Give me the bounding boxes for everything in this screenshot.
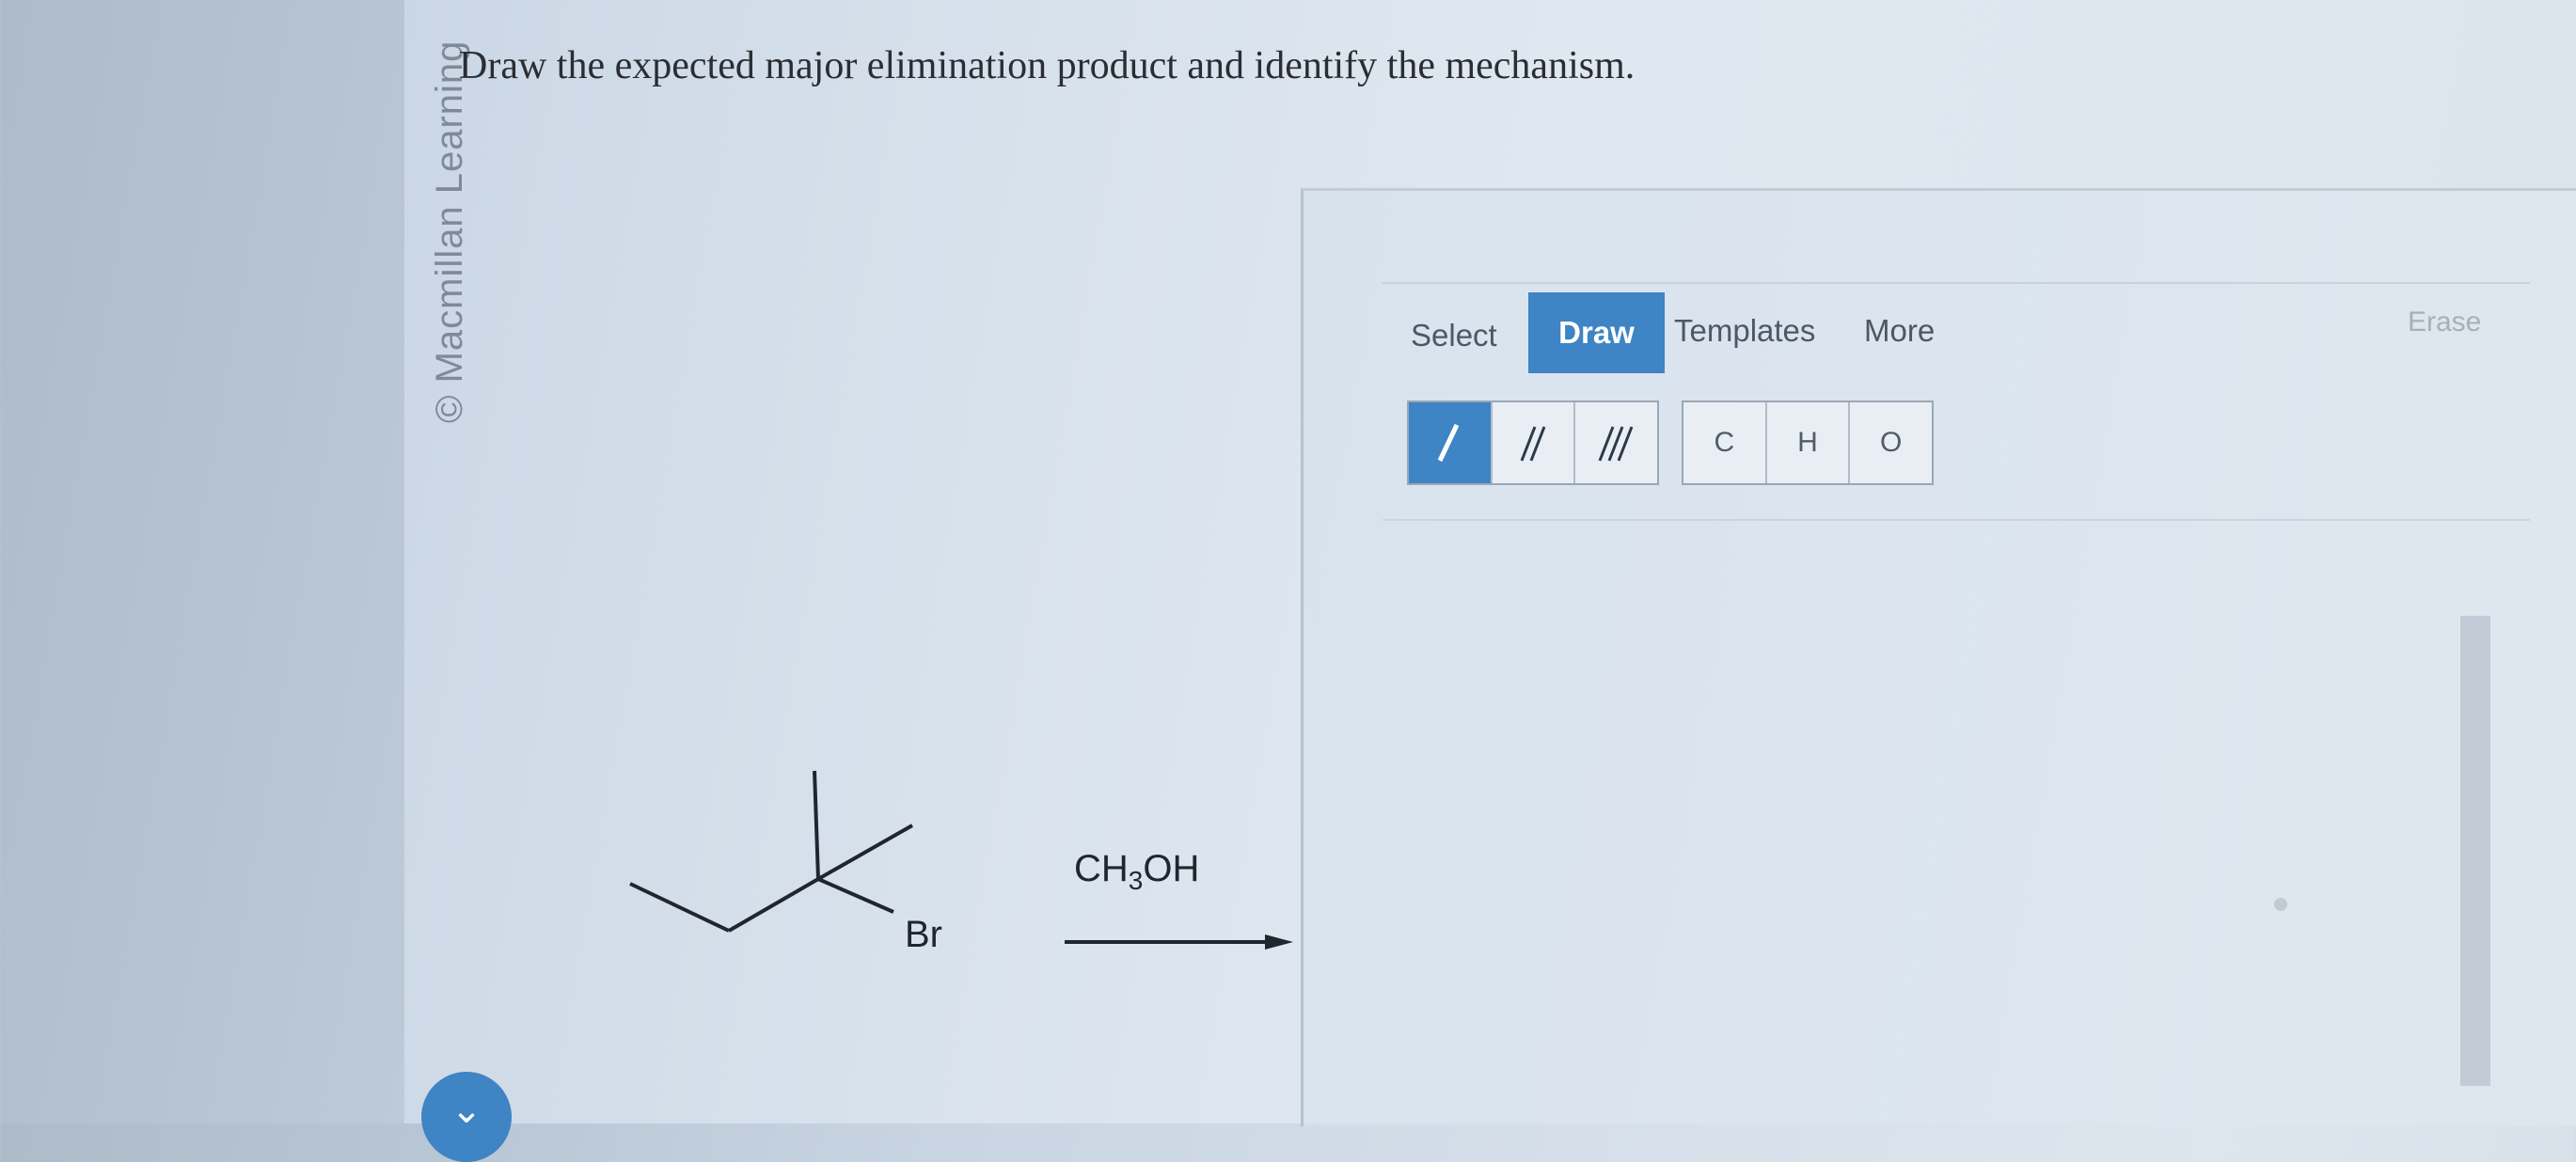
single-bond-button[interactable] [1409, 402, 1493, 483]
erase-button[interactable]: Erase [2408, 306, 2481, 338]
double-bond-icon [1520, 426, 1546, 462]
scroll-down-button[interactable]: ⌄ [421, 1072, 512, 1162]
atom-oxygen-button[interactable]: O [1850, 402, 1933, 483]
tab-more[interactable]: More [1864, 313, 1935, 349]
bond-5 [817, 877, 894, 914]
copyright-watermark: © Macmillan Learning [429, 39, 470, 423]
atom-hydrogen-button[interactable]: H [1766, 402, 1851, 483]
reagent-label: CH3OH [1074, 848, 1200, 895]
atom-tool-group: C H O [1682, 400, 1934, 485]
canvas-scrollbar[interactable] [2460, 616, 2490, 1086]
chevron-down-icon: ⌄ [450, 1090, 482, 1131]
double-bond-button[interactable] [1492, 402, 1576, 483]
question-text: Draw the expected major elimination prod… [459, 44, 1636, 87]
bond-2 [727, 877, 820, 933]
bond-4 [817, 824, 913, 881]
reaction-arrow-head [1265, 934, 1293, 950]
bromine-label: Br [905, 914, 942, 955]
tab-draw[interactable]: Draw [1528, 292, 1665, 373]
tab-templates[interactable]: Templates [1674, 313, 1815, 349]
atom-carbon-button[interactable]: C [1683, 402, 1767, 483]
bond-tool-group [1407, 400, 1659, 485]
triple-bond-button[interactable] [1575, 402, 1658, 483]
tab-select[interactable]: Select [1411, 318, 1497, 353]
single-bond-icon [1438, 423, 1460, 463]
bond-1 [629, 882, 730, 933]
canvas-dot [2274, 898, 2287, 911]
triple-bond-icon [1598, 426, 1634, 462]
bond-3 [813, 770, 820, 880]
